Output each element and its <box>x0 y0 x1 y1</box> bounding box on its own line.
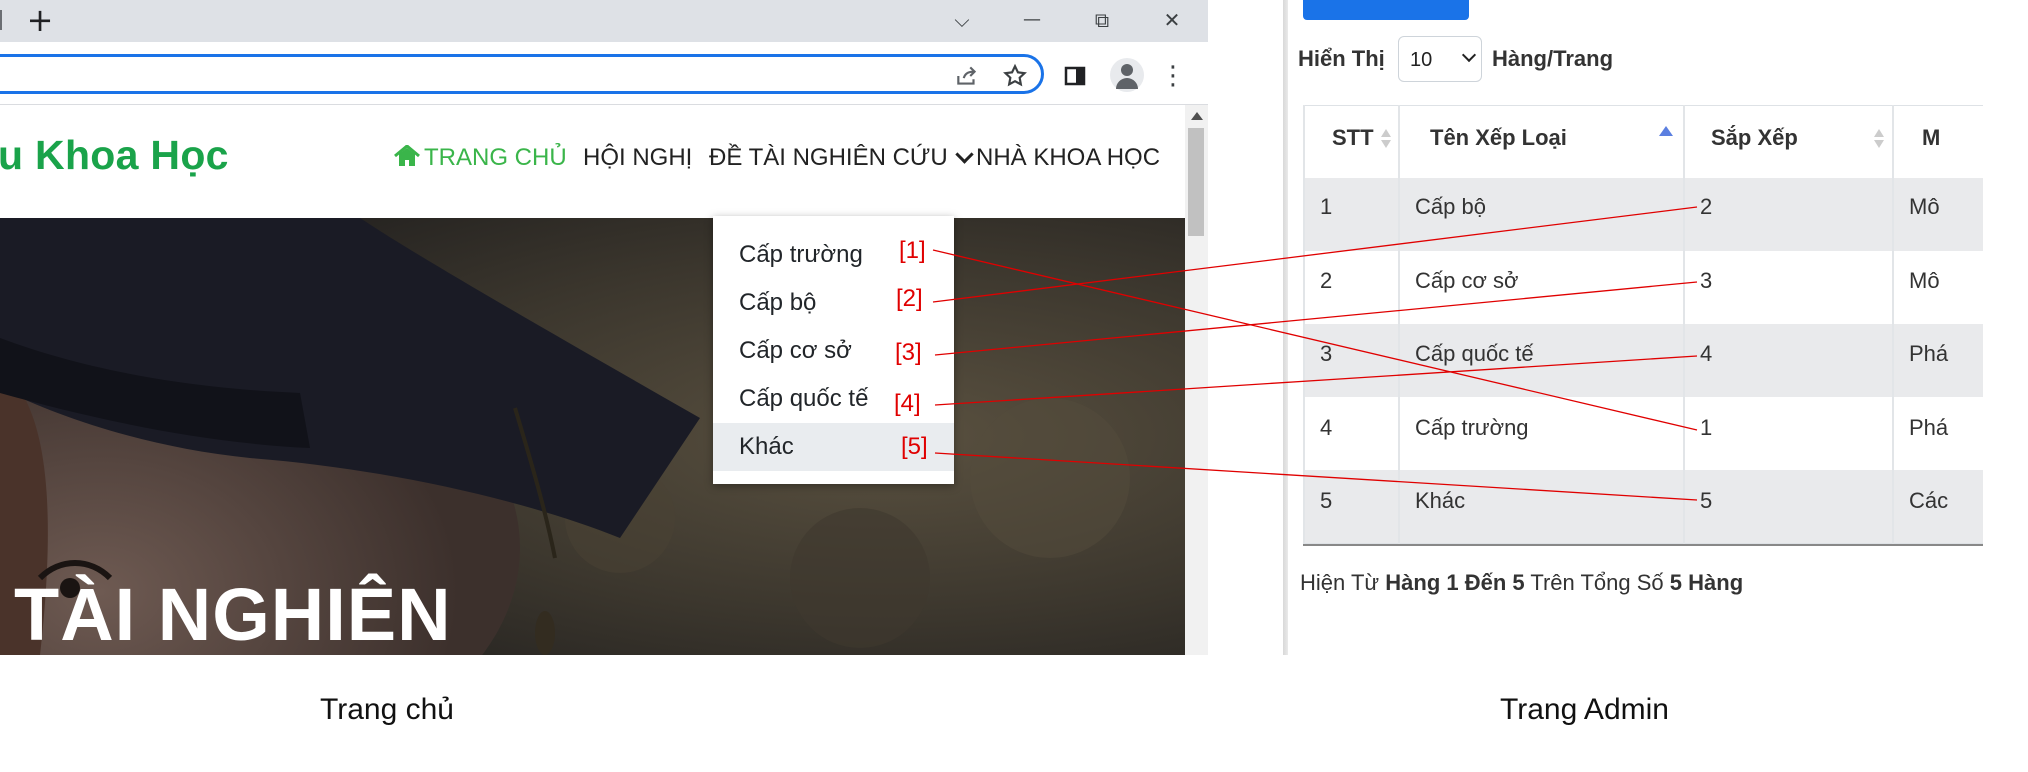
tab-edge <box>0 10 2 30</box>
cell-name: Cấp quốc tế <box>1415 341 1534 366</box>
sort-icon[interactable] <box>1381 129 1391 149</box>
minimize-icon[interactable]: — <box>1014 4 1050 36</box>
new-tab-button[interactable]: + <box>24 2 56 38</box>
info-range: Hàng 1 Đến 5 <box>1385 570 1525 595</box>
profile-icon[interactable] <box>1110 58 1144 92</box>
column-divider <box>1683 105 1685 545</box>
nav-conference-link[interactable]: HỘI NGHỊ <box>583 144 692 172</box>
cell-stt: 3 <box>1320 341 1333 366</box>
home-icon <box>394 144 420 167</box>
info-total: 5 Hàng <box>1669 570 1744 595</box>
cell-desc: Phá <box>1909 341 1949 366</box>
table-row <box>1303 251 1983 325</box>
info-middle: Trên Tổng Số <box>1530 570 1664 595</box>
column-header-stt[interactable]: STT <box>1332 125 1374 151</box>
dropdown-item-label: Cấp trường <box>739 241 863 268</box>
dropdown-item-label: Cấp cơ sở <box>739 337 852 364</box>
per-page-label: Hàng/Trang <box>1492 46 1614 71</box>
nav-home-label: TRANG CHỦ <box>424 144 567 171</box>
admin-action-button[interactable] <box>1303 0 1469 20</box>
table-bottom-border <box>1303 544 1983 546</box>
cell-stt: 5 <box>1320 488 1333 513</box>
table-border <box>1303 105 1305 545</box>
dropdown-item-label: Cấp quốc tế <box>739 385 869 412</box>
topics-dropdown-menu: Cấp trường [1] Cấp bộ [2] Cấp cơ sở [3] … <box>713 216 954 484</box>
avatar-head <box>1121 64 1133 76</box>
cell-order: 5 <box>1700 488 1713 513</box>
cell-desc: Mô <box>1909 194 1940 219</box>
close-icon[interactable]: ✕ <box>1154 4 1190 36</box>
homepage-browser: + ⌵ — ⧉ ✕ ⋮ u Khoa Học TRANG CHỦ HỘI NGH… <box>0 0 1208 655</box>
share-icon[interactable] <box>950 58 984 94</box>
cell-name: Khác <box>1415 488 1466 513</box>
show-label: Hiển Thị <box>1298 46 1385 71</box>
scroll-up-icon[interactable] <box>1191 112 1203 120</box>
sort-asc-icon[interactable] <box>1659 126 1673 136</box>
dropdown-item-cap-co-so[interactable]: Cấp cơ sở [3] <box>713 327 954 375</box>
info-prefix: Hiện Từ <box>1300 570 1380 595</box>
cell-stt: 2 <box>1320 268 1333 293</box>
address-bar[interactable] <box>0 54 1044 94</box>
dropdown-item-cap-bo[interactable]: Cấp bộ [2] <box>713 279 954 327</box>
hero-title: TÀI NGHIÊN <box>14 573 452 655</box>
caption-admin: Trang Admin <box>1500 693 1669 726</box>
cell-name: Cấp trường <box>1415 415 1529 440</box>
table-row <box>1303 324 1983 398</box>
table-row <box>1303 470 1983 544</box>
table-info: Hiện Từ Hàng 1 Đến 5 Trên Tổng Số 5 Hàng <box>1300 570 1743 596</box>
nav-topics-dropdown[interactable]: ĐỀ TÀI NGHIÊN CỨU <box>709 144 974 172</box>
column-divider <box>1892 105 1894 545</box>
dropdown-item-cap-quoc-te[interactable]: Cấp quốc tế [4] <box>713 375 954 423</box>
nav-home-link[interactable]: TRANG CHỦ <box>394 144 567 172</box>
sort-icon[interactable] <box>1874 129 1884 149</box>
chevron-down-icon <box>955 145 974 164</box>
cell-order: 2 <box>1700 194 1713 219</box>
cell-order: 1 <box>1700 415 1713 440</box>
nav-topics-label: ĐỀ TÀI NGHIÊN CỨU <box>709 144 948 171</box>
scroll-thumb[interactable] <box>1188 128 1204 236</box>
column-divider <box>1398 105 1400 545</box>
cell-stt: 1 <box>1320 194 1333 219</box>
table-row <box>1303 397 1983 471</box>
side-panel-icon[interactable] <box>1058 58 1092 94</box>
marker-label: [2] <box>896 285 923 312</box>
marker-label: [4] <box>894 390 921 417</box>
restore-icon[interactable]: ⧉ <box>1084 4 1120 36</box>
cell-desc: Các <box>1909 488 1949 513</box>
marker-label: [5] <box>901 433 928 460</box>
cell-order: 3 <box>1700 268 1713 293</box>
avatar-body <box>1116 78 1138 89</box>
marker-label: [3] <box>895 339 922 366</box>
dropdown-item-cap-truong[interactable]: Cấp trường [1] <box>713 231 954 279</box>
kebab-menu-icon[interactable]: ⋮ <box>1158 58 1188 94</box>
column-header-order[interactable]: Sắp Xếp <box>1711 125 1798 151</box>
column-header-desc[interactable]: M <box>1922 125 1940 151</box>
page-size-value: 10 <box>1410 49 1433 71</box>
marker-label: [1] <box>899 237 926 264</box>
cell-desc: Phá <box>1909 415 1949 440</box>
cell-desc: Mô <box>1909 268 1940 293</box>
table-row <box>1303 178 1983 252</box>
nav-scientists-link[interactable]: NHÀ KHOA HỌC <box>976 144 1160 172</box>
dropdown-item-label: Khác <box>739 433 794 460</box>
cell-order: 4 <box>1700 341 1713 366</box>
star-icon[interactable] <box>998 58 1032 94</box>
site-logo-text[interactable]: u Khoa Học <box>0 132 229 179</box>
cell-name: Cấp bộ <box>1415 194 1486 219</box>
dropdown-item-label: Cấp bộ <box>739 289 817 316</box>
tab-search-icon[interactable]: ⌵ <box>944 4 980 36</box>
cell-name: Cấp cơ sở <box>1415 268 1519 293</box>
dropdown-item-khac[interactable]: Khác [5] <box>713 423 954 471</box>
column-header-name[interactable]: Tên Xếp Loại <box>1430 125 1567 151</box>
caption-homepage: Trang chủ <box>320 693 454 726</box>
cell-stt: 4 <box>1320 415 1333 440</box>
